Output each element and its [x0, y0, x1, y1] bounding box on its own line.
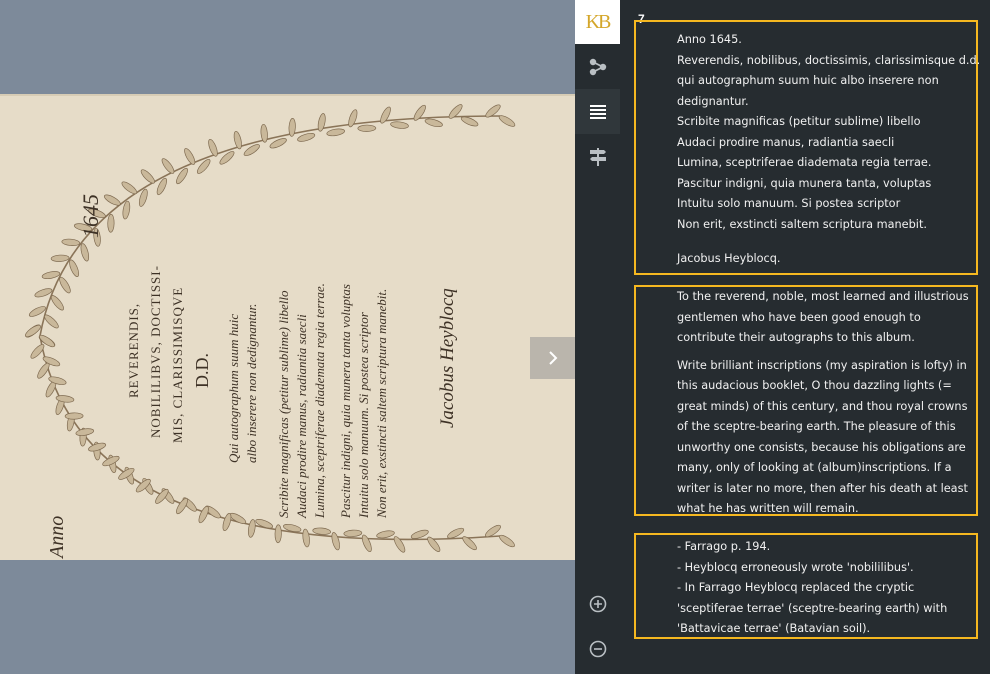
laurel-leaf — [302, 528, 310, 548]
laurel-leaf — [380, 106, 391, 124]
translation-box[interactable]: To the reverend, noble, most learned and… — [634, 285, 978, 516]
laurel-leaf — [260, 123, 268, 143]
laurel-leaf — [361, 534, 372, 553]
hand-heading-4: D.D. — [192, 353, 212, 388]
zoom-in-icon — [589, 595, 606, 612]
laurel-leaf — [357, 124, 377, 132]
hand-signature: Jacobus Heyblocq — [437, 288, 458, 428]
laurel-leaf — [348, 109, 358, 128]
text-lines-icon — [589, 104, 606, 119]
laurel-leaf — [64, 412, 84, 420]
laurel-leaf — [410, 529, 429, 539]
laurel-leaf — [233, 130, 242, 150]
zoom-out-icon — [589, 640, 606, 657]
transcription-line: Lumina, sceptriferae diademata regia ter… — [677, 156, 932, 169]
laurel-leaf — [498, 115, 516, 127]
laurel-leaf — [424, 118, 443, 128]
laurel-leaf — [413, 104, 426, 121]
text-tool[interactable] — [575, 89, 620, 134]
svg-text:Audaci prodire manus, radianti: Audaci prodire manus, radiantia saecli — [294, 314, 309, 519]
transcription-line: qui autographum suum huic albo inserere … — [677, 74, 939, 87]
laurel-leaf — [59, 276, 71, 294]
transcription-line: Reverendis, nobilibus, doctissimis, clar… — [677, 53, 981, 67]
laurel-leaf — [44, 314, 59, 329]
laurel-leaf — [376, 530, 395, 539]
translation-paragraph: To the reverend, noble, most learned and… — [677, 290, 969, 344]
laurel-leaf — [222, 513, 232, 532]
laurel-leaf — [61, 238, 81, 246]
laurel-leaf — [427, 536, 441, 552]
svg-text:albo inserere non dedignantur.: albo inserere non dedignantur. — [244, 304, 259, 463]
laurel-leaf — [41, 271, 61, 280]
transcription-line: Pascitur indigni, quia munera tanta, vol… — [677, 176, 932, 190]
transcription-line: Audaci prodire manus, radiantia saecli — [677, 135, 895, 149]
transcription-signature: Jacobus Heyblocq. — [677, 252, 781, 265]
laurel-leaf — [499, 534, 515, 548]
svg-text:Scribite magnificas (petitur s: Scribite magnificas (petitur sublime) li… — [276, 290, 291, 518]
next-page-button[interactable] — [530, 337, 575, 379]
manuscript-page-image: 1645 REVERENDIS, NOBILILIBVS, DOCTISSI- … — [0, 94, 575, 560]
laurel-leaf — [121, 181, 138, 195]
side-toolbar: KB — [575, 0, 620, 674]
laurel-leaf — [107, 213, 115, 233]
laurel-leaf — [122, 200, 131, 220]
transcription-line: Anno 1645. — [677, 33, 742, 46]
hand-anno: Anno — [46, 516, 68, 560]
svg-text:Non erit, exstincti saltem scr: Non erit, exstincti saltem scriptura man… — [374, 289, 389, 519]
note-line: - Heyblocq erroneously wrote 'nobililibu… — [677, 560, 914, 574]
notes-box[interactable]: - Farrago p. 194. - Heyblocq erroneously… — [634, 533, 978, 639]
chevron-right-icon — [548, 351, 557, 365]
translation-paragraph: Write brilliant inscriptions (my aspirat… — [677, 358, 968, 516]
laurel-leaf — [317, 113, 326, 132]
laurel-leaf — [393, 536, 406, 553]
svg-text:Intuitu solo manuum. Si postea: Intuitu solo manuum. Si postea scriptor — [356, 311, 371, 519]
laurel-leaf — [80, 243, 90, 262]
hand-heading-3: MIS, CLARISSIMISQVE — [170, 287, 185, 443]
transcription-line: Non erit, exstincti saltem scriptura man… — [677, 217, 927, 231]
zoom-in-button[interactable] — [575, 581, 620, 626]
svg-text:Pascitur indigni, quia munera: Pascitur indigni, quia munera tanta volu… — [338, 284, 353, 519]
share-tool[interactable] — [575, 44, 620, 89]
laurel-leaf — [198, 505, 209, 524]
laurel-leaf — [331, 532, 340, 551]
laurel-leaf — [247, 519, 256, 538]
logo-text: KB — [585, 10, 612, 33]
svg-text:Lumina, sceptriferae diademata: Lumina, sceptriferae diademata regia ter… — [312, 283, 327, 519]
hand-year: 1645 — [78, 194, 103, 238]
zoom-out-button[interactable] — [575, 626, 620, 671]
note-line: - In Farrago Heyblocq replaced the crypt… — [677, 581, 948, 635]
text-panel: 7 Anno 1645. Reverendis, nobilibus, doct… — [620, 0, 990, 674]
transcription-box[interactable]: Anno 1645. Reverendis, nobilibus, doctis… — [634, 20, 981, 275]
laurel-leaf — [184, 148, 196, 165]
note-line: - Farrago p. 194. — [677, 540, 771, 553]
image-viewer[interactable]: 1645 REVERENDIS, NOBILILIBVS, DOCTISSI- … — [0, 0, 575, 674]
laurel-leaf — [50, 295, 64, 311]
laurel-leaf — [208, 138, 218, 157]
share-icon — [589, 58, 606, 75]
transcription-line: dedignantur. — [677, 94, 749, 108]
laurel-leaf — [161, 158, 175, 174]
transcription-line: Intuitu solo manuum. Si postea scriptor — [677, 197, 901, 210]
hand-heading-2: NOBILILIBVS, DOCTISSI- — [148, 265, 163, 438]
transcription-line: Scribite magnificas (petitur sublime) li… — [677, 115, 921, 128]
laurel-leaf — [103, 194, 121, 206]
laurel-leaf — [140, 169, 155, 184]
laurel-leaf — [343, 529, 363, 537]
hand-heading-1: REVERENDIS, — [126, 303, 141, 398]
laurel-leaf — [50, 254, 70, 262]
laurel-leaf — [326, 128, 345, 137]
svg-text:Qui autographum suum huic: Qui autographum suum huic — [226, 314, 241, 463]
laurel-leaf — [390, 121, 409, 129]
kb-logo[interactable]: KB — [575, 0, 620, 44]
laurel-leaf — [297, 132, 316, 142]
signpost-icon — [589, 147, 606, 166]
signpost-tool[interactable] — [575, 134, 620, 179]
laurel-leaf — [312, 527, 332, 535]
laurel-leaf — [274, 524, 282, 544]
laurel-leaf — [69, 259, 80, 278]
